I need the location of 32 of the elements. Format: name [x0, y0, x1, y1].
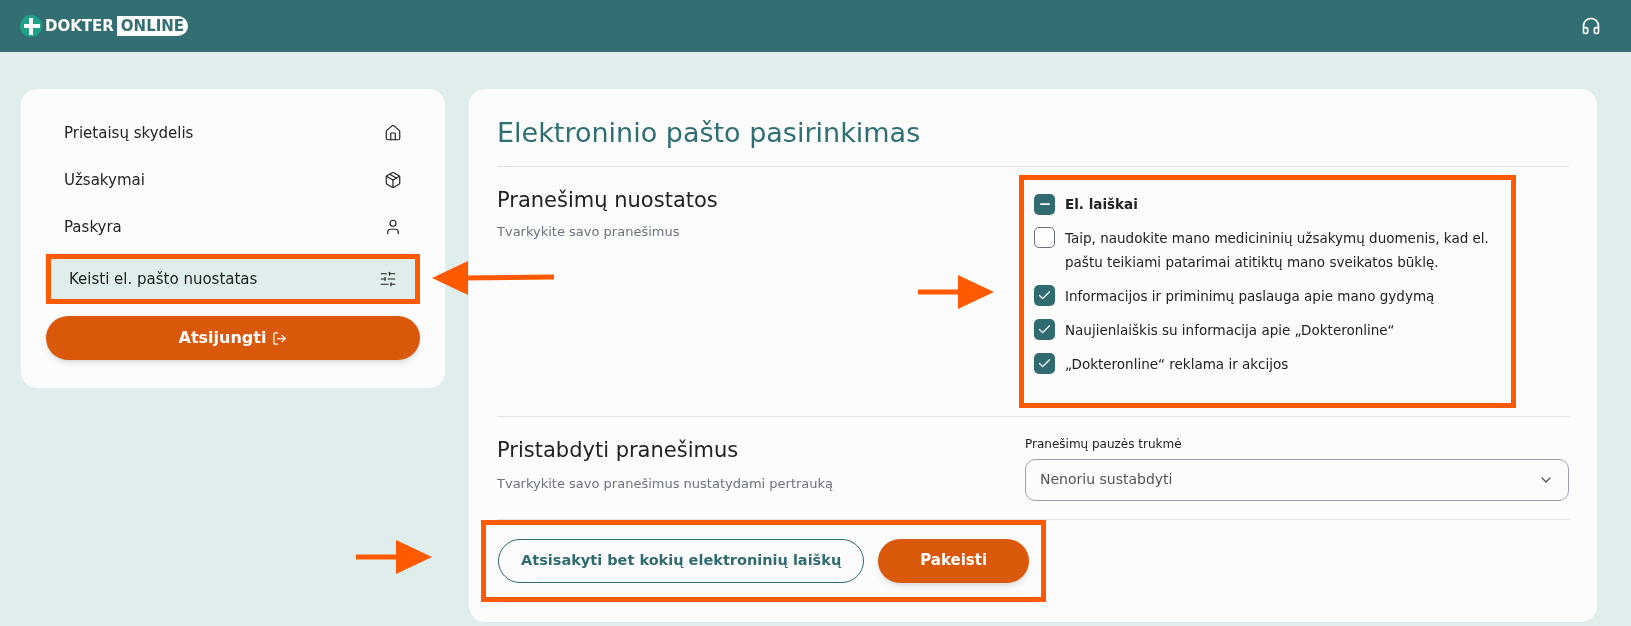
user-icon: [384, 218, 402, 236]
checkbox-label: El. laiškai: [1065, 194, 1138, 214]
sidebar-item[interactable]: Užsakymai: [46, 160, 420, 200]
pause-select[interactable]: Nenoriu sustabdyti: [1025, 458, 1569, 501]
checkbox[interactable]: [1034, 193, 1055, 215]
checkbox-label: Naujienlaiškis su informacija apie „Dokteronline“: [1065, 320, 1395, 340]
section-subtitle: Tvarkykite savo pranešimus nustatydami pertrauką: [497, 475, 835, 493]
sliders-icon: [379, 270, 397, 288]
headset-icon[interactable]: [1581, 16, 1601, 36]
logo-icon: [20, 15, 42, 37]
sidebar-item[interactable]: Paskyra: [46, 207, 420, 247]
field-label: Pranešimų pauzės trukmė: [1025, 435, 1183, 453]
section-heading: Pranešimų nuostatos: [497, 186, 719, 214]
sidebar-item[interactable]: Prietaisų skydelis: [46, 113, 420, 153]
page-title: Elektroninio pašto pasirinkimas: [497, 116, 922, 150]
checkbox[interactable]: [1034, 226, 1055, 248]
checkbox-label: „Dokteronline“ reklama ir akcijos: [1065, 354, 1289, 374]
checkbox-label: Informacijos ir priminimų paslauga apie mano gydymą: [1065, 286, 1435, 306]
section-heading: Pristabdyti pranešimus: [497, 436, 740, 464]
section-subtitle: Tvarkykite savo pranešimus: [497, 223, 681, 241]
logo-text: DOKTER: [45, 15, 114, 37]
sidebar-item[interactable]: Keisti el. pašto nuostatas: [51, 259, 415, 299]
checkbox[interactable]: [1034, 284, 1055, 306]
checkbox[interactable]: [1034, 318, 1055, 340]
logout-icon: [272, 330, 288, 346]
checkbox-label: Taip, naudokite mano medicininių užsakymų duomenis, kad el. paštu teikiami patarimai atitiktų mano sveikatos būklę.: [1065, 228, 1490, 272]
logo-badge: ONLINE: [116, 16, 189, 36]
home-icon: [384, 124, 402, 142]
checkbox[interactable]: [1034, 352, 1055, 374]
logout-button[interactable]: Atsijungti: [46, 316, 420, 360]
package-icon: [384, 171, 402, 189]
save-button[interactable]: Pakeisti: [878, 538, 1030, 583]
